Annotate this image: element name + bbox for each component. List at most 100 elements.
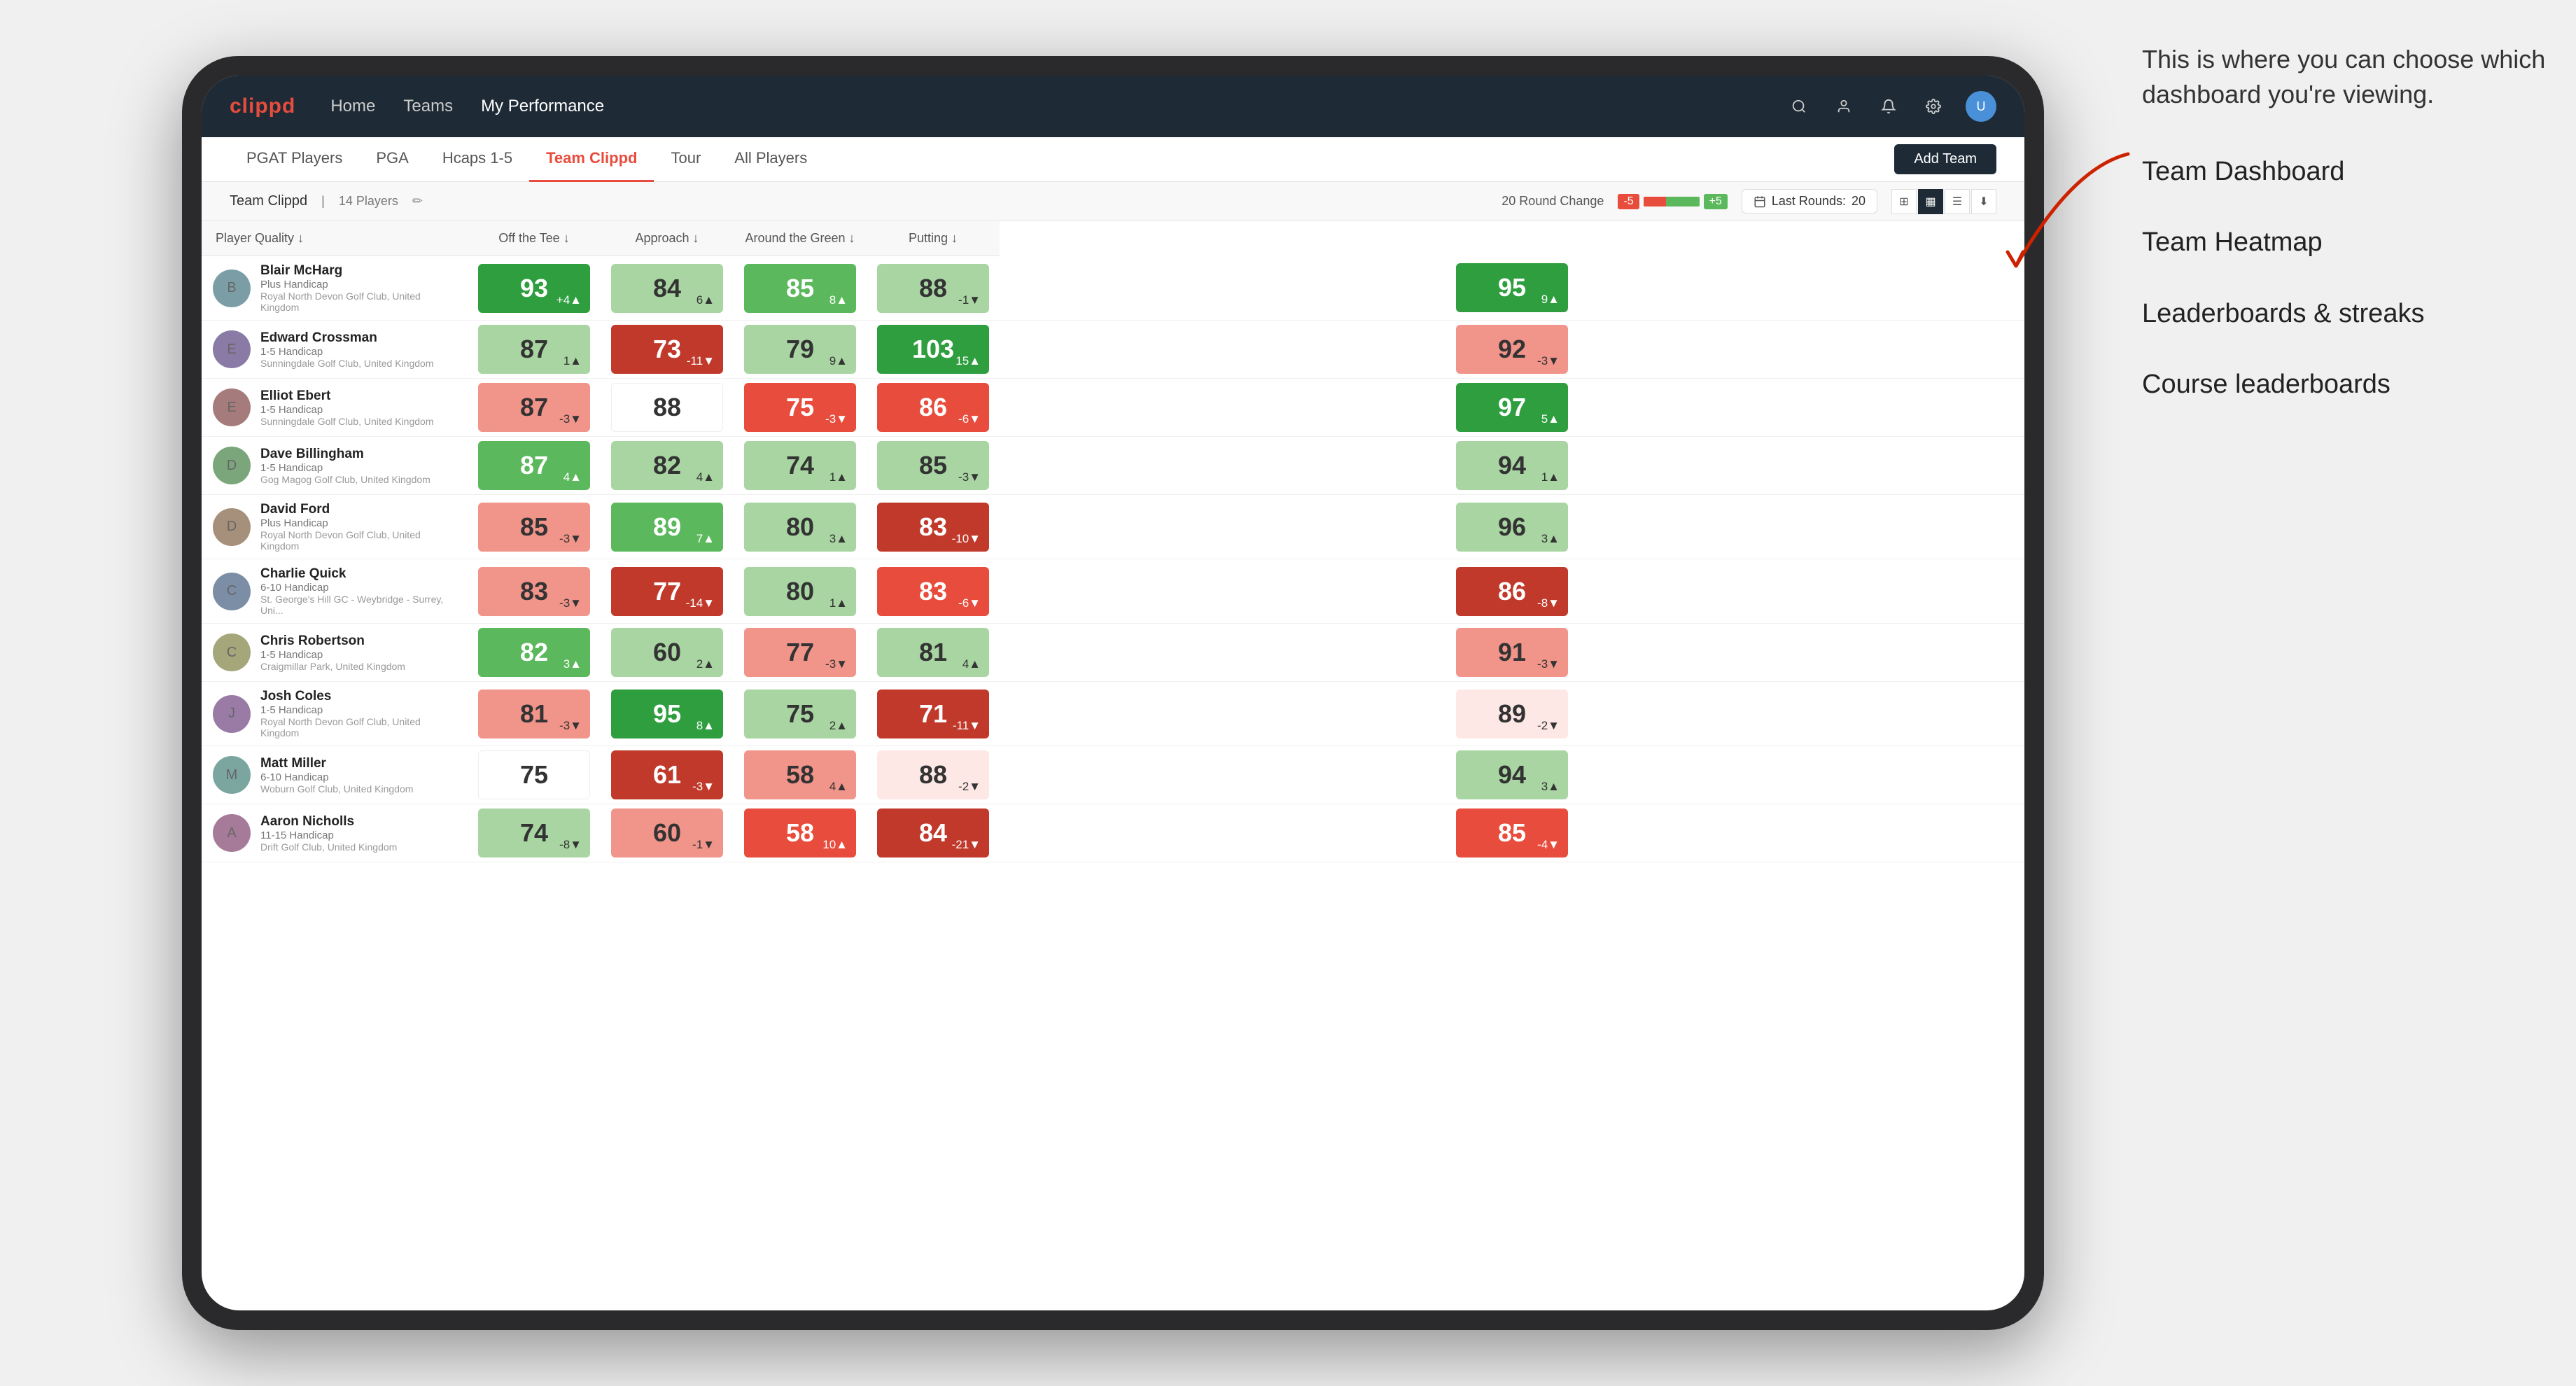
annotation-bubble: This is where you can choose which dashb…: [2142, 42, 2548, 113]
score-cell-9-2: 58 10▲: [734, 804, 867, 862]
score-cell-6-0: 823▲: [468, 624, 601, 682]
user-icon[interactable]: [1831, 94, 1856, 119]
player-table: Player Quality ↓ Off the Tee ↓ Approach …: [202, 221, 2024, 862]
table-row[interactable]: BBlair McHargPlus HandicapRoyal North De…: [202, 256, 2024, 321]
score-change: -6▼: [958, 596, 981, 610]
score-value: 82: [520, 640, 548, 665]
tab-all-players[interactable]: All Players: [718, 137, 824, 182]
score-change: -3▼: [692, 780, 715, 794]
last-rounds-label: Last Rounds:: [1772, 194, 1846, 209]
player-handicap: 1-5 Handicap: [260, 346, 434, 358]
nav-my-performance[interactable]: My Performance: [481, 97, 604, 116]
table-row[interactable]: EElliot Ebert1-5 HandicapSunningdale Gol…: [202, 379, 2024, 437]
tab-team-clippd[interactable]: Team Clippd: [529, 137, 654, 182]
tab-hcaps[interactable]: Hcaps 1-5: [426, 137, 529, 182]
score-value: 85: [786, 276, 814, 301]
table-row[interactable]: AAaron Nicholls11-15 HandicapDrift Golf …: [202, 804, 2024, 862]
last-rounds-button[interactable]: Last Rounds: 20: [1742, 189, 1877, 214]
score-change: -6▼: [958, 412, 981, 426]
score-cell-9-4: 85-4▼: [1000, 804, 2024, 862]
annotation-leaderboards: Leaderboards & streaks: [2142, 297, 2548, 331]
score-value: 87: [520, 395, 548, 420]
annotation-team-dashboard: Team Dashboard: [2142, 155, 2548, 189]
score-value: 75: [520, 762, 548, 788]
score-change: -8▼: [559, 838, 582, 852]
table-row[interactable]: DDave Billingham1-5 HandicapGog Magog Go…: [202, 437, 2024, 495]
table-row[interactable]: CChris Robertson1-5 HandicapCraigmillar …: [202, 624, 2024, 682]
user-avatar[interactable]: U: [1966, 91, 1996, 122]
annotation-course-leaderboards: Course leaderboards: [2142, 368, 2548, 402]
score-cell-7-3: 71-11▼: [867, 682, 1000, 746]
player-handicap: 1-5 Handicap: [260, 462, 430, 474]
score-cell-0-0: 93+4▲: [468, 256, 601, 321]
score-value: 93: [520, 276, 548, 301]
search-icon[interactable]: [1786, 94, 1812, 119]
player-cell-0: BBlair McHargPlus HandicapRoyal North De…: [202, 256, 468, 321]
table-row[interactable]: MMatt Miller6-10 HandicapWoburn Golf Clu…: [202, 746, 2024, 804]
score-value: 58: [786, 820, 814, 846]
score-value: 60: [653, 820, 681, 846]
table-row[interactable]: JJosh Coles1-5 HandicapRoyal North Devon…: [202, 682, 2024, 746]
change-bar: [1644, 197, 1700, 206]
score-change: -3▼: [825, 657, 848, 671]
score-cell-5-0: 83 -3▼: [468, 559, 601, 624]
col-header-putting[interactable]: Putting ↓: [867, 221, 1000, 256]
edit-team-icon[interactable]: ✏: [412, 194, 423, 209]
nav-teams[interactable]: Teams: [403, 97, 453, 116]
score-value: 95: [653, 701, 681, 727]
score-value: 84: [653, 276, 681, 301]
sub-nav-tabs: PGAT Players PGA Hcaps 1-5 Team Clippd T…: [230, 137, 1894, 182]
score-value: 83: [520, 579, 548, 604]
ipad-screen: clippd Home Teams My Performance: [202, 76, 2024, 1310]
score-value: 74: [520, 820, 548, 846]
score-cell-7-2: 752▲: [734, 682, 867, 746]
score-cell-6-1: 602▲: [601, 624, 734, 682]
score-cell-0-1: 846▲: [601, 256, 734, 321]
bell-icon[interactable]: [1876, 94, 1901, 119]
player-handicap: 1-5 Handicap: [260, 704, 456, 716]
score-change: 2▲: [696, 657, 715, 671]
tab-pga[interactable]: PGA: [359, 137, 425, 182]
nav-home[interactable]: Home: [330, 97, 375, 116]
score-cell-2-0: 87-3▼: [468, 379, 601, 437]
player-handicap: 1-5 Handicap: [260, 649, 405, 661]
score-value: 96: [1498, 514, 1526, 540]
team-info-bar: Team Clippd | 14 Players ✏ 20 Round Chan…: [202, 182, 2024, 221]
score-value: 87: [520, 453, 548, 478]
score-value: 97: [1498, 395, 1526, 420]
col-header-around-green[interactable]: Around the Green ↓: [734, 221, 867, 256]
player-cell-9: AAaron Nicholls11-15 HandicapDrift Golf …: [202, 804, 468, 862]
score-change: 7▲: [696, 532, 715, 546]
score-cell-2-2: 75-3▼: [734, 379, 867, 437]
score-change: -3▼: [1537, 657, 1560, 671]
tab-pgat-players[interactable]: PGAT Players: [230, 137, 359, 182]
player-name: Matt Miller: [260, 756, 413, 771]
score-value: 81: [520, 701, 548, 727]
player-handicap: Plus Handicap: [260, 517, 456, 529]
score-cell-9-3: 84-21▼: [867, 804, 1000, 862]
player-club: Royal North Devon Golf Club, United King…: [260, 290, 456, 313]
score-change: -14▼: [686, 596, 715, 610]
score-value: 61: [653, 762, 681, 788]
score-cell-8-3: 88-2▼: [867, 746, 1000, 804]
table-row[interactable]: CCharlie Quick6-10 HandicapSt. George's …: [202, 559, 2024, 624]
change-negative: -5: [1618, 194, 1639, 209]
player-handicap: 6-10 Handicap: [260, 771, 413, 783]
score-change: -11▼: [953, 719, 981, 733]
tab-tour[interactable]: Tour: [654, 137, 718, 182]
score-value: 83: [919, 579, 947, 604]
score-change: -1▼: [958, 293, 981, 307]
table-row[interactable]: DDavid FordPlus HandicapRoyal North Devo…: [202, 495, 2024, 559]
score-cell-7-1: 958▲: [601, 682, 734, 746]
settings-icon[interactable]: [1921, 94, 1946, 119]
player-cell-7: JJosh Coles1-5 HandicapRoyal North Devon…: [202, 682, 468, 746]
grid-view-button[interactable]: ⊞: [1891, 189, 1917, 214]
score-change: -3▼: [559, 596, 582, 610]
score-value: 74: [786, 453, 814, 478]
table-row[interactable]: EEdward Crossman1-5 HandicapSunningdale …: [202, 321, 2024, 379]
col-header-off-tee[interactable]: Off the Tee ↓: [468, 221, 601, 256]
score-change: 10▲: [822, 838, 848, 852]
player-club: Woburn Golf Club, United Kingdom: [260, 783, 413, 794]
score-value: 95: [1498, 275, 1526, 300]
col-header-approach[interactable]: Approach ↓: [601, 221, 734, 256]
